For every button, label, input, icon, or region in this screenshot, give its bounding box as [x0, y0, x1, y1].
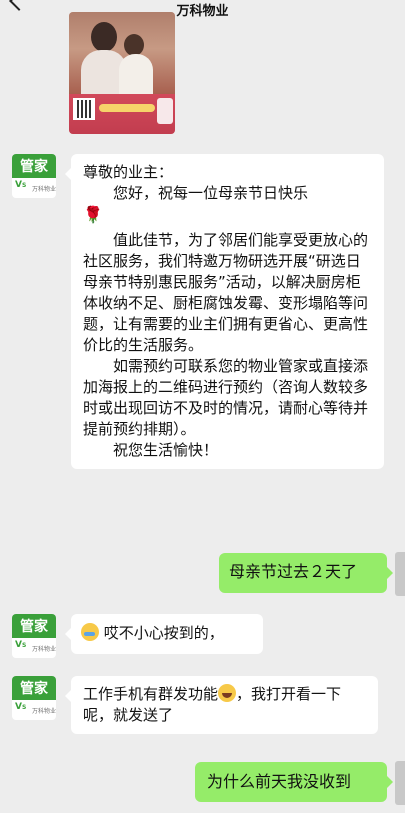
- rose-emoji-icon: 🌹: [83, 205, 103, 224]
- avatar-label: 管家: [12, 154, 56, 178]
- poster-child-body: [119, 54, 153, 94]
- message-bubble-incoming[interactable]: 哎不小心按到的，: [65, 614, 263, 654]
- poster-mother-figure: [91, 22, 117, 52]
- qr-code-icon: [73, 98, 95, 120]
- vanke-logo-icon: VS: [15, 180, 27, 190]
- chat-title: 万科物业: [176, 3, 229, 19]
- avatar-brand: 万科物业: [32, 186, 56, 193]
- message-bubble-incoming[interactable]: 工作手机有群发功能 ，我打开看一下呢，就发送了: [65, 676, 378, 734]
- message-line: 您好，祝每一位母亲节日快乐: [113, 184, 309, 202]
- chat-header: 万科物业: [0, 0, 405, 19]
- message-line: 如需预约可联系您的物业管家或直接添加海报上的二维码进行预约（咨询人数较多时或出现…: [83, 357, 369, 438]
- back-arrow-icon[interactable]: [9, 0, 29, 11]
- message-line: 值此佳节，为了邻居们能享受更放心的社区服务，我们特邀万物研选开展“研选日母亲节特…: [83, 231, 369, 354]
- avatar-label: 管家: [12, 614, 56, 638]
- my-avatar[interactable]: [395, 761, 405, 805]
- message-text: 哎不小心按到的，: [103, 624, 224, 642]
- avatar-manager[interactable]: 管家 VS 万科物业: [12, 614, 56, 658]
- poster-child-figure: [124, 34, 144, 56]
- vanke-logo-icon: VS: [15, 640, 27, 650]
- my-avatar[interactable]: [395, 552, 405, 596]
- message-text: 工作手机有群发功能: [83, 685, 219, 703]
- message-line: 祝您生活愉快！: [113, 441, 219, 459]
- promo-poster-image[interactable]: [69, 12, 175, 134]
- cry-emoji-icon: [81, 623, 99, 641]
- message-text: 为什么前天我没收到: [207, 772, 352, 791]
- poster-sticker: [157, 98, 173, 124]
- avatar-manager[interactable]: 管家 VS 万科物业: [12, 154, 56, 198]
- message-line: 尊敬的业主：: [83, 163, 174, 181]
- avatar-brand: 万科物业: [32, 646, 56, 653]
- message-text: 母亲节过去２天了: [229, 562, 358, 581]
- laugh-emoji-icon: [218, 684, 237, 702]
- poster-banner: [99, 104, 155, 112]
- message-bubble-outgoing[interactable]: 为什么前天我没收到: [195, 762, 393, 802]
- vanke-logo-icon: VS: [15, 702, 27, 712]
- avatar-manager[interactable]: 管家 VS 万科物业: [12, 676, 56, 720]
- avatar-label: 管家: [12, 676, 56, 700]
- message-bubble-outgoing[interactable]: 母亲节过去２天了: [219, 553, 393, 593]
- message-bubble-announcement[interactable]: 尊敬的业主： 您好，祝每一位母亲节日快乐 🌹 值此佳节，为了邻居们能享受更放心的…: [65, 154, 384, 469]
- avatar-brand: 万科物业: [32, 708, 56, 715]
